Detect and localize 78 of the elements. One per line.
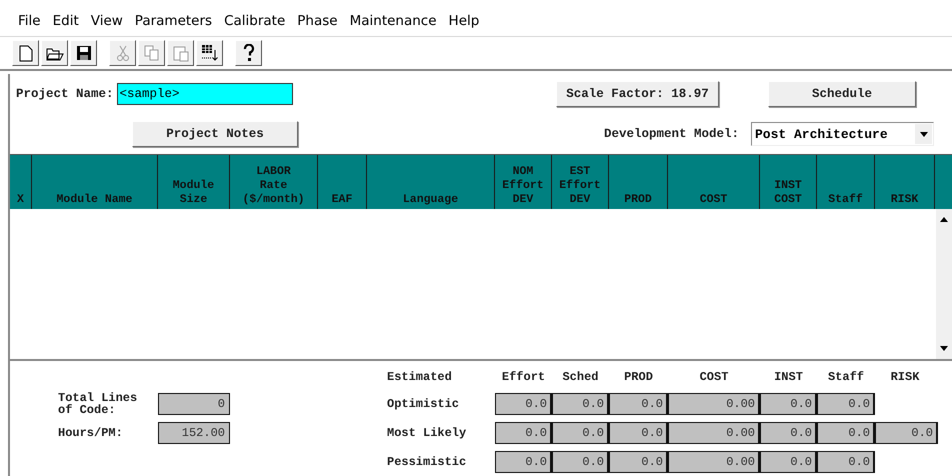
scroll-up-icon — [940, 216, 948, 222]
column-header[interactable]: Language — [402, 192, 458, 207]
project-notes-button[interactable]: Project Notes — [132, 121, 298, 147]
column-header[interactable]: RISK — [890, 192, 918, 207]
estimate-value: 0.0 — [552, 422, 609, 444]
clipboard-icon — [172, 44, 188, 62]
new-button[interactable] — [12, 40, 39, 66]
estimate-value: 0.0 — [817, 450, 875, 472]
summary-header: Effort — [500, 370, 546, 384]
column-header[interactable]: X — [17, 192, 24, 207]
menu-item[interactable]: Calibrate — [218, 13, 292, 29]
totals-label: Total Lines of Code: — [58, 392, 138, 416]
menu-item[interactable]: Parameters — [128, 13, 218, 29]
estimate-value: 0.0 — [495, 450, 552, 472]
menu-item[interactable]: View — [84, 13, 129, 29]
summary-header: PROD — [623, 370, 654, 384]
summary-header: Staff — [826, 370, 865, 384]
copy-icon — [144, 45, 160, 61]
estimate-value: 0.0 — [552, 450, 609, 472]
estimate-value: 0.0 — [609, 392, 668, 414]
estimate-value: 0.0 — [760, 450, 817, 472]
grid-button[interactable] — [196, 40, 223, 66]
estimate-value: 0.0 — [817, 392, 875, 414]
estimate-value: 0.0 — [552, 392, 609, 414]
estimate-value: 0.0 — [760, 392, 817, 414]
scissors-icon — [116, 44, 128, 62]
estimate-value: 0.0 — [609, 450, 668, 472]
scroll-down-icon — [940, 346, 948, 351]
new-file-icon — [18, 44, 32, 62]
estimate-value: 0.0 — [495, 422, 552, 444]
estimate-value: 0.0 — [495, 392, 552, 414]
totals-field: 0 — [158, 392, 230, 414]
summary-header: COST — [698, 370, 730, 384]
estimate-value: 0.0 — [875, 422, 938, 444]
estimated-label: Estimated — [386, 370, 453, 384]
help-icon — [242, 44, 254, 62]
estimate-value: 0.0 — [609, 422, 668, 444]
help-button[interactable] — [235, 40, 262, 66]
estimate-value: 0.0 — [817, 422, 875, 444]
column-header[interactable]: Module Size — [172, 178, 214, 207]
summary-header: RISK — [890, 370, 920, 384]
estimate-row-label: Optimistic — [386, 396, 460, 410]
estimate-value: 0.00 — [668, 450, 760, 472]
menu-item[interactable]: Edit — [46, 13, 85, 29]
column-header[interactable]: LABOR Rate ($/month) — [242, 164, 305, 207]
menu-item[interactable]: Maintenance — [344, 13, 443, 29]
development-model-label: Development Model: — [604, 127, 739, 141]
column-header[interactable]: INST COST — [774, 178, 802, 207]
save-button[interactable] — [70, 40, 97, 66]
estimate-value: 0.00 — [668, 422, 760, 444]
schedule-button[interactable]: Schedule — [768, 81, 916, 107]
estimate-value: 0.0 — [760, 422, 817, 444]
project-name-field[interactable]: <sample> — [116, 83, 293, 105]
menu-item[interactable]: Help — [442, 13, 486, 29]
estimate-value: 0.00 — [668, 392, 760, 414]
column-header[interactable]: PROD — [624, 192, 652, 207]
dropdown-arrow-icon — [920, 132, 928, 136]
open-folder-icon — [46, 46, 64, 60]
column-header[interactable]: Staff — [828, 192, 863, 207]
grid-arrow-icon — [200, 44, 218, 62]
column-header[interactable]: Module Name — [56, 192, 132, 207]
open-button[interactable] — [41, 40, 68, 66]
vertical-scrollbar[interactable] — [936, 208, 952, 359]
column-header[interactable]: NOM Effort DEV — [502, 164, 544, 207]
development-model-dropdown[interactable]: Post Architecture — [751, 122, 934, 146]
project-name-label: Project Name: — [16, 87, 114, 101]
totals-label: Hours/PM: — [58, 426, 124, 438]
estimate-row-label: Most Likely — [386, 426, 468, 440]
estimate-row-label: Pessimistic — [386, 454, 468, 468]
scale-factor-button[interactable]: Scale Factor: 18.97 — [556, 81, 719, 107]
column-header[interactable]: COST — [700, 192, 728, 207]
summary-header: Sched — [561, 370, 600, 384]
column-header[interactable]: EAF — [332, 192, 352, 207]
summary-header: INST — [773, 370, 804, 384]
column-header[interactable]: EST Effort DEV — [559, 164, 601, 207]
menu-item[interactable]: File — [12, 13, 47, 29]
menu-item[interactable]: Phase — [291, 13, 344, 29]
totals-field: 152.00 — [158, 422, 230, 444]
